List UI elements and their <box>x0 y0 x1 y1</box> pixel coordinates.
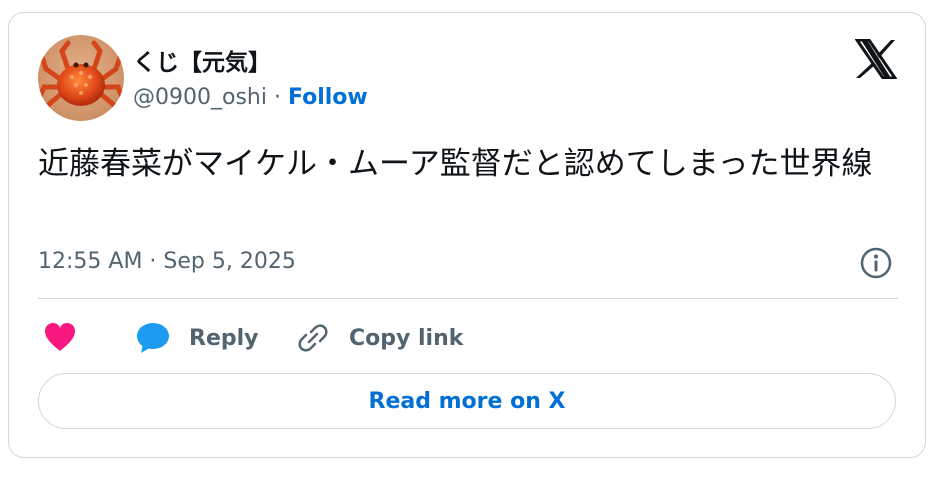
follow-button[interactable]: Follow <box>288 85 368 110</box>
author-display-name[interactable]: くじ【元気】 <box>133 43 271 77</box>
tweet-text: 近藤春菜がマイケル・ムーア監督だと認めてしまった世界線 <box>38 146 873 182</box>
read-more-button[interactable]: Read more on X <box>38 373 896 429</box>
author-handle[interactable]: @0900_oshi <box>133 85 267 110</box>
crab-avatar-image <box>38 35 124 121</box>
copy-link-label: Copy link <box>349 325 464 351</box>
speech-bubble-icon <box>137 323 169 353</box>
copy-link-button[interactable]: Copy link <box>297 318 463 358</box>
heart-icon[interactable] <box>43 321 77 353</box>
x-logo-icon[interactable] <box>854 38 898 80</box>
divider <box>38 298 898 299</box>
author-handle-row: @0900_oshi · Follow <box>133 85 368 110</box>
handle-separator: · <box>266 85 288 110</box>
reply-label: Reply <box>189 325 259 351</box>
info-icon[interactable] <box>859 246 893 280</box>
reply-button[interactable]: Reply <box>135 318 259 358</box>
tweet-embed-card: くじ【元気】 @0900_oshi · Follow 近藤春菜がマイケル・ムーア… <box>8 12 926 458</box>
tweet-timestamp[interactable]: 12:55 AM · Sep 5, 2025 <box>38 249 296 274</box>
link-icon <box>298 324 328 352</box>
author-avatar[interactable] <box>38 35 124 121</box>
